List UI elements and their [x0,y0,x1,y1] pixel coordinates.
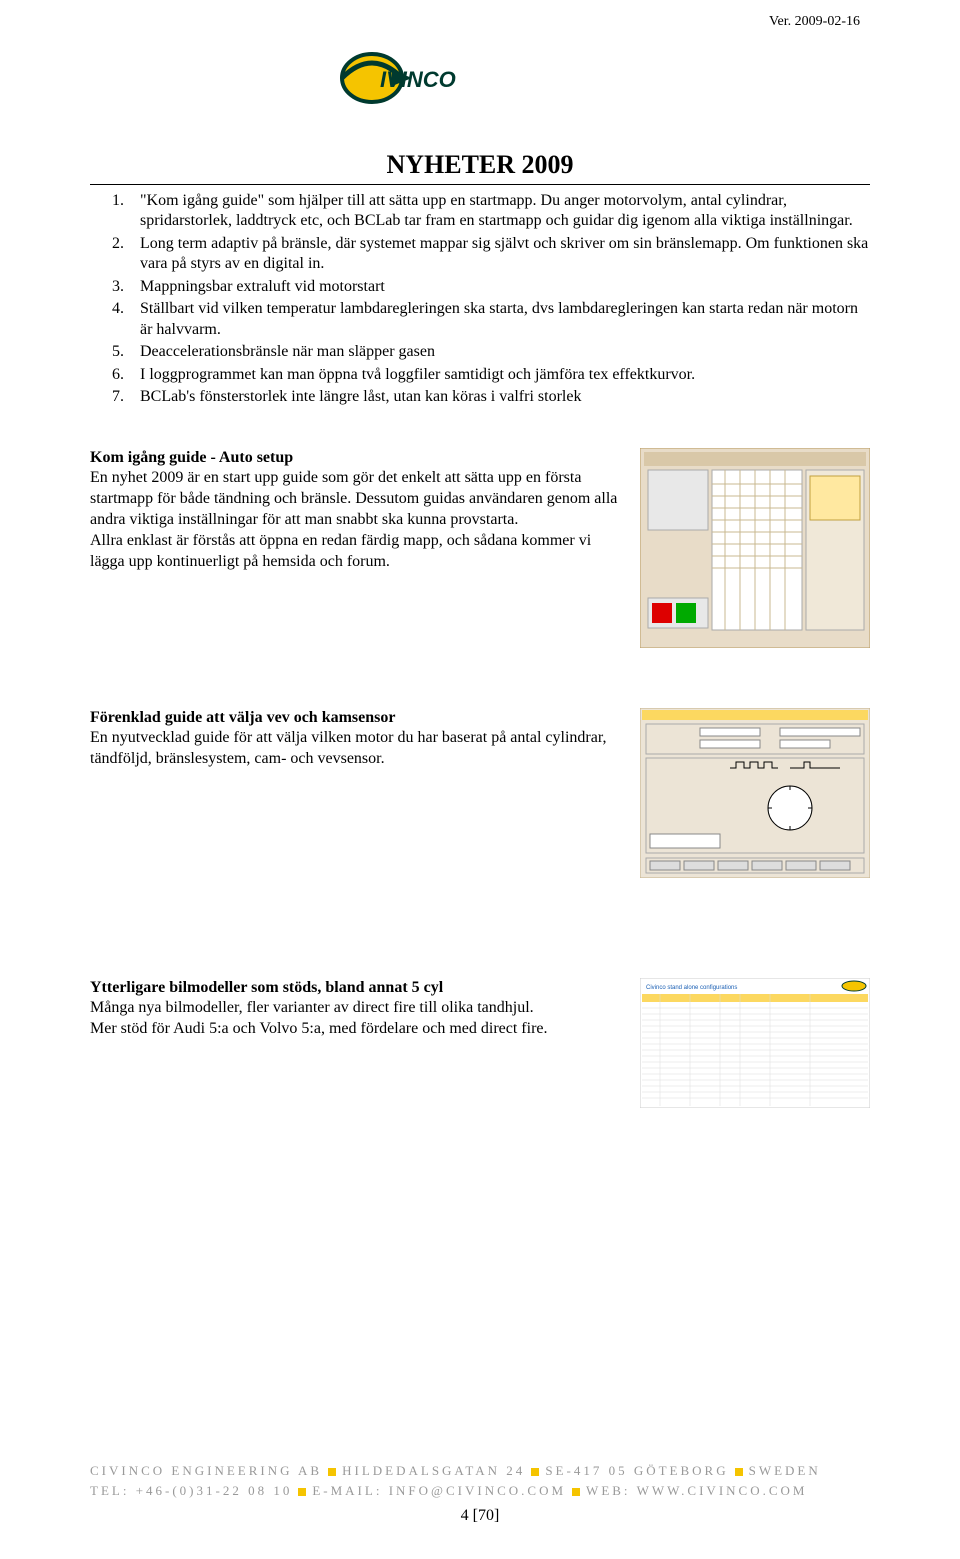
footer-line-2: TEL: +46-(0)31-22 08 10E-MAIL: INFO@CIVI… [90,1483,870,1499]
numbered-list: 1."Kom igång guide" som hjälper till att… [90,191,870,408]
svg-text:IVINCO: IVINCO [380,67,456,92]
list-item: 7.BCLab's fönsterstorlek inte längre lås… [90,387,870,407]
section-auto-setup: Kom igång guide - Auto setup En nyhet 20… [90,448,870,648]
page-footer: CIVINCO ENGINEERING ABHILDEDALSGATAN 24S… [90,1463,870,1525]
footer-line-1: CIVINCO ENGINEERING ABHILDEDALSGATAN 24S… [90,1463,870,1479]
section-car-models: Ytterligare bilmodeller som stöds, bland… [90,978,870,1108]
list-item: 5.Deaccelerationsbränsle när man släpper… [90,342,870,362]
title-bar: NYHETER 2009 [90,150,870,185]
section-body: Många nya bilmodeller, fler varianter av… [90,999,548,1037]
separator-icon [298,1488,306,1496]
page-number: 4 [70] [90,1507,870,1525]
list-item: 2.Long term adaptiv på bränsle, där syst… [90,234,870,275]
document-page: Ver. 2009-02-16 IVINCO NYHETER 2009 1."K… [0,0,960,1559]
section-heading: Förenklad guide att välja vev och kamsen… [90,709,395,726]
section-heading: Ytterligare bilmodeller som stöds, bland… [90,979,443,996]
section-body: En nyutvecklad guide för att välja vilke… [90,729,607,767]
section-crank-cam: Förenklad guide att välja vev och kamsen… [90,708,870,878]
separator-icon [531,1468,539,1476]
screenshot-auto-setup [640,448,870,648]
svg-text:Civinco stand alone configurat: Civinco stand alone configurations [646,985,737,991]
version-label: Ver. 2009-02-16 [769,14,860,30]
screenshot-car-models: Civinco stand alone configurations [640,978,870,1108]
list-item: 1."Kom igång guide" som hjälper till att… [90,191,870,232]
separator-icon [328,1468,336,1476]
separator-icon [735,1468,743,1476]
screenshot-crank-cam [640,708,870,878]
civinco-logo: IVINCO [340,50,510,105]
list-item: 6.I loggprogrammet kan man öppna två log… [90,365,870,385]
section-body: En nyhet 2009 är en start upp guide som … [90,469,617,569]
separator-icon [572,1488,580,1496]
page-title: NYHETER 2009 [386,150,573,180]
list-item: 3.Mappningsbar extraluft vid motorstart [90,277,870,297]
list-item: 4.Ställbart vid vilken temperatur lambda… [90,299,870,340]
section-heading: Kom igång guide - Auto setup [90,449,293,466]
